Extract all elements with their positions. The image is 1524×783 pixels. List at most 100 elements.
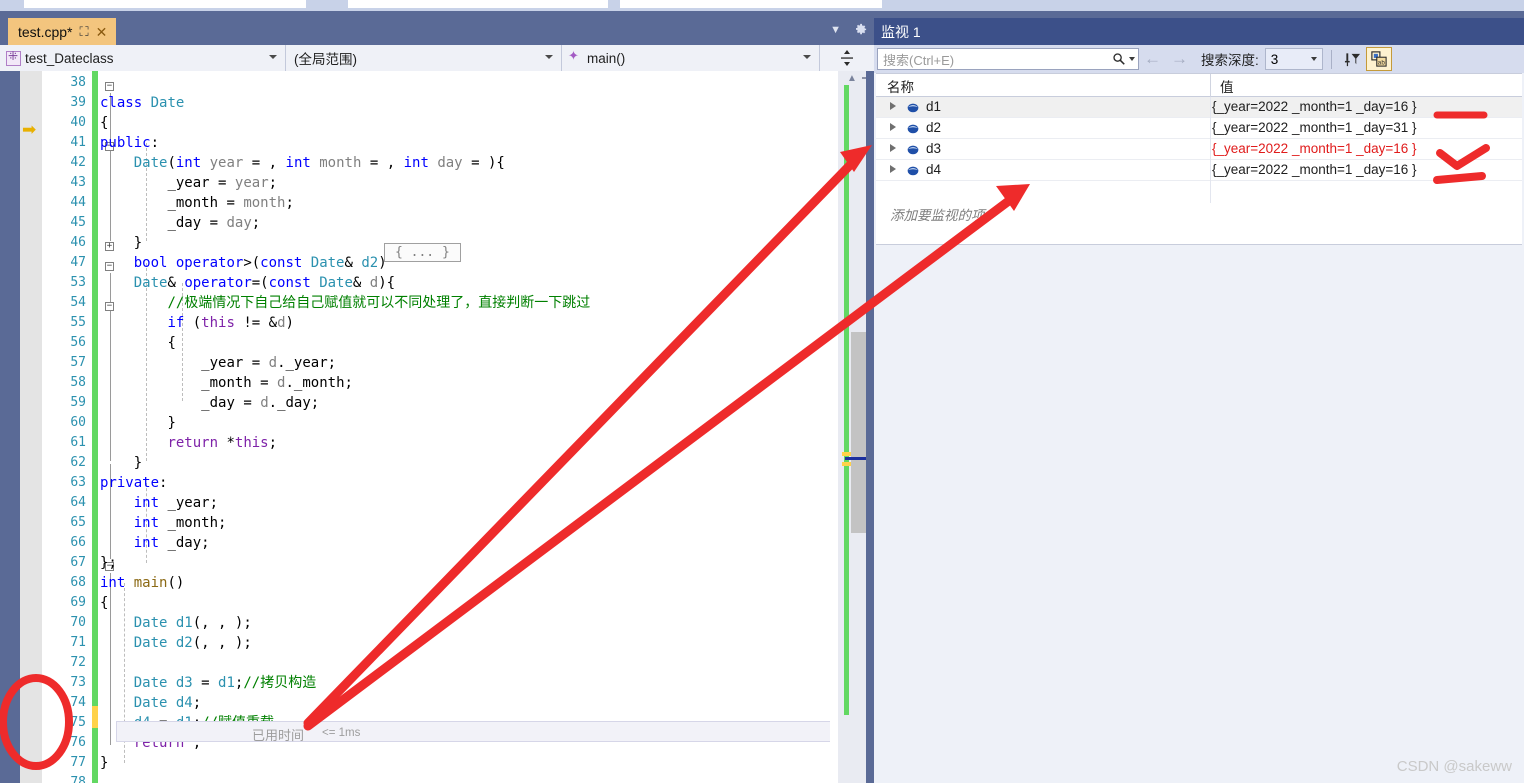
line-number: 43 [70, 175, 86, 190]
code-line[interactable]: _month = d._month; [100, 373, 353, 393]
code-line[interactable]: { [100, 113, 108, 133]
column-header-value[interactable]: 值 [1220, 74, 1234, 97]
chevron-right-icon[interactable] [890, 144, 896, 152]
code-line[interactable]: }; [100, 553, 117, 573]
top-chrome-bar [0, 11, 1524, 18]
execution-pointer-icon: ➡ [22, 120, 37, 139]
scrollbar-change-track [844, 85, 849, 715]
column-header-name[interactable]: 名称 [887, 74, 914, 97]
watch-panel-title: 监视 1 [874, 18, 1524, 45]
chevron-down-icon[interactable] [269, 55, 277, 59]
line-number: 47 [70, 255, 86, 270]
code-line[interactable]: Date d2(, , ); [100, 633, 252, 653]
watch-row-value[interactable]: {_year=2022 _month=1 _day=16 } [1212, 99, 1417, 114]
code-line[interactable]: Date& operator=(const Date& d){ [100, 273, 395, 293]
elapsed-time-label: 已用时间 [252, 728, 305, 743]
pin-icon[interactable]: ⛶ [79, 25, 88, 38]
code-line[interactable]: } [100, 753, 108, 773]
hex-display-icon[interactable]: ab [1365, 47, 1392, 71]
watch-row-name[interactable]: d2 [926, 120, 941, 135]
editor-tabstrip: test.cpp* ⛶ ✕ ▼ [0, 18, 874, 45]
code-line[interactable]: Date d4; [100, 693, 201, 713]
chevron-right-icon[interactable] [890, 102, 896, 110]
chevron-down-icon[interactable] [545, 55, 553, 59]
split-view-icon[interactable] [820, 45, 874, 71]
table-row[interactable]: d3 {_year=2022 _month=1 _day=16 } [876, 139, 1522, 160]
search-input[interactable]: 搜索(Ctrl+E) [877, 48, 1139, 70]
code-line[interactable]: int _day; [100, 533, 210, 553]
column-resize-handle[interactable] [1210, 74, 1211, 97]
code-editor-surface[interactable]: ➡ 38 39 40 41 42 43 44 45 46 47 53 54 55 56 57 58 59 60 61… [0, 71, 874, 783]
code-line[interactable]: class Date [100, 93, 184, 113]
chevron-right-icon[interactable] [890, 123, 896, 131]
object-icon [906, 122, 920, 135]
search-icon[interactable] [1112, 52, 1126, 66]
watermark: CSDN @sakeww [1396, 758, 1512, 775]
code-line[interactable]: public: [100, 133, 159, 153]
table-row[interactable]: d2 {_year=2022 _month=1 _day=31 } [876, 118, 1522, 139]
code-line[interactable]: Date d1(, , ); [100, 613, 252, 633]
code-line[interactable]: Date d3 = d1;//拷贝构造 [100, 673, 316, 693]
watch-row-name[interactable]: d4 [926, 162, 941, 177]
code-line[interactable]: int _month; [100, 513, 227, 533]
line-number: 63 [70, 475, 86, 490]
scroll-up-icon[interactable]: ▲ [842, 73, 862, 84]
search-depth-combo[interactable]: 3 [1264, 48, 1323, 70]
line-number: 42 [70, 155, 86, 170]
code-line[interactable]: _year = year; [100, 173, 277, 193]
table-row[interactable]: d4 {_year=2022 _month=1 _day=16 } [876, 160, 1522, 181]
code-line[interactable]: } [100, 413, 175, 433]
nav-combo-member[interactable]: main() [562, 45, 820, 71]
scrollbar-change-marker [842, 462, 851, 466]
code-line[interactable]: //极端情况下自己给自己赋值就可以不同处理了，直接判断一下跳过 [100, 293, 590, 313]
nav-combo-project[interactable]: test_Dateclass [0, 45, 286, 71]
line-number: 59 [70, 395, 86, 410]
pin-filter-icon[interactable] [1340, 47, 1366, 71]
code-line[interactable]: _day = day; [100, 213, 260, 233]
close-icon[interactable]: ✕ [96, 25, 108, 39]
collapsed-region-operator-gt[interactable]: { ... } [384, 243, 461, 262]
line-number: 65 [70, 515, 86, 530]
chevron-down-icon[interactable] [1310, 57, 1317, 61]
code-line[interactable]: _month = month; [100, 193, 293, 213]
line-number: 57 [70, 355, 86, 370]
code-line[interactable]: } [100, 233, 142, 253]
arrow-left-icon[interactable]: ← [1139, 49, 1166, 69]
code-line[interactable]: _year = d._year; [100, 353, 336, 373]
watch-row-value[interactable]: {_year=2022 _month=1 _day=16 } [1212, 162, 1417, 177]
line-number: 61 [70, 435, 86, 450]
code-line[interactable]: return *this; [100, 433, 277, 453]
watch-row-name[interactable]: d1 [926, 99, 941, 114]
nav-combo-scope[interactable]: (全局范围) [286, 45, 562, 71]
code-line[interactable]: int main() [100, 573, 184, 593]
watch-row-name[interactable]: d3 [926, 141, 941, 156]
line-number: 64 [70, 495, 86, 510]
chevron-down-icon[interactable] [803, 55, 811, 59]
code-line[interactable]: { [100, 593, 108, 613]
code-line[interactable]: bool operator>(const Date& d2) [100, 253, 387, 273]
code-line[interactable]: { [100, 333, 175, 353]
code-line[interactable]: if (this != &d) [100, 313, 294, 333]
code-line[interactable]: int _year; [100, 493, 218, 513]
watch-row-value[interactable]: {_year=2022 _month=1 _day=16 } [1212, 141, 1417, 156]
chevron-down-icon[interactable] [1129, 57, 1135, 61]
code-line[interactable]: private: [100, 473, 167, 493]
line-number: 66 [70, 535, 86, 550]
fold-toggle-class[interactable]: − [105, 82, 114, 91]
watch-add-item-row[interactable]: 添加要监视的项 [876, 203, 1522, 225]
chevron-down-icon[interactable]: ▼ [830, 24, 841, 36]
line-number: 73 [70, 675, 86, 690]
watch-row-value[interactable]: {_year=2022 _month=1 _day=31 } [1212, 120, 1417, 135]
gear-icon[interactable] [853, 22, 868, 37]
table-row[interactable]: d1 {_year=2022 _month=1 _day=16 } [876, 97, 1522, 118]
code-line[interactable]: Date(int year = , int month = , int day … [100, 153, 505, 173]
chevron-right-icon[interactable] [890, 165, 896, 173]
code-line[interactable]: } [100, 453, 142, 473]
line-number: 41 [70, 135, 86, 150]
arrow-right-icon[interactable]: → [1166, 49, 1193, 69]
code-text-layer[interactable]: − − + − − − class Date{public: Date(int … [100, 71, 830, 783]
breakpoint-margin[interactable]: ➡ [20, 71, 42, 783]
code-line[interactable]: _day = d._day; [100, 393, 319, 413]
editor-tab-test-cpp[interactable]: test.cpp* ⛶ ✕ [8, 18, 117, 45]
nav-combo-scope-label: (全局范围) [294, 52, 357, 67]
